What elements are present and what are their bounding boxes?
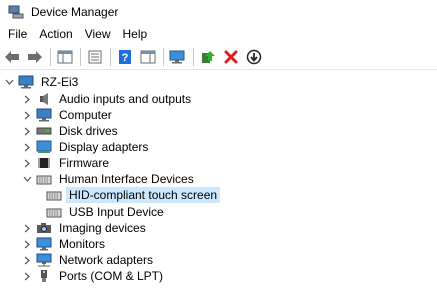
tree-item[interactable]: Human Interface Devices (22, 171, 197, 187)
tree-item[interactable]: Monitors (22, 236, 108, 252)
chevron-right-icon[interactable] (22, 220, 32, 236)
speaker-icon (36, 91, 52, 107)
chevron-right-icon[interactable] (22, 123, 32, 139)
scan-hardware-changes-icon (169, 50, 185, 63)
port-icon (36, 268, 52, 284)
menu-view[interactable]: View (79, 24, 117, 44)
toolbar: ? (0, 44, 437, 70)
toolbar-separator (80, 47, 81, 66)
tree-item-label: Imaging devices (59, 221, 146, 235)
tree-item-label: Audio inputs and outputs (59, 92, 192, 106)
hid-icon (46, 187, 62, 203)
tree-item-label: Ports (COM & LPT) (59, 269, 164, 283)
tree-item[interactable]: Disk drives (22, 123, 121, 139)
properties-button[interactable] (85, 47, 105, 67)
toolbar-separator (110, 47, 111, 66)
chevron-down-icon[interactable] (4, 74, 14, 90)
device-tree[interactable]: RZ-Ei3 Audio inputs and outputs Computer… (0, 72, 437, 289)
chip-icon (36, 155, 52, 171)
tree-root[interactable]: RZ-Ei3 (4, 74, 81, 90)
tree-root-label: RZ-Ei3 (41, 75, 79, 89)
disk-drive-icon (36, 123, 52, 139)
tree-item-label: Firmware (59, 156, 109, 170)
tree-item[interactable]: Ports (COM & LPT) (22, 268, 166, 284)
hid-icon (36, 171, 52, 187)
tree-item-label: Disk drives (59, 124, 118, 138)
tree-item[interactable]: Computer (22, 107, 115, 123)
tree-item[interactable]: Network adapters (22, 252, 156, 268)
device-manager-app-icon (8, 5, 24, 19)
menu-help[interactable]: Help (117, 24, 154, 44)
title-bar: Device Manager (0, 0, 437, 24)
scan-hardware-changes-button[interactable] (168, 47, 188, 67)
menu-file[interactable]: File (2, 24, 33, 44)
toolbar-separator (193, 47, 194, 66)
chevron-right-icon[interactable] (22, 139, 32, 155)
tree-child-item[interactable]: USB Input Device (42, 204, 167, 220)
monitor-icon (36, 107, 52, 123)
chevron-right-icon[interactable] (22, 252, 32, 268)
chevron-right-icon[interactable] (22, 91, 32, 107)
menu-bar: File Action View Help (0, 24, 437, 44)
chevron-right-icon[interactable] (22, 268, 32, 284)
forward-button[interactable] (25, 47, 45, 67)
tree-item-label: Monitors (59, 237, 106, 251)
hid-icon (46, 204, 62, 220)
tree-item-label: Computer (59, 108, 112, 122)
chevron-right-icon[interactable] (22, 155, 32, 171)
tree-item[interactable]: Audio inputs and outputs (22, 91, 194, 107)
menu-action[interactable]: Action (33, 24, 78, 44)
tree-item-label: Network adapters (59, 253, 154, 267)
tree-item[interactable]: Imaging devices (22, 220, 149, 236)
tree-item-label: Display adapters (59, 140, 149, 154)
window-title: Device Manager (31, 5, 119, 19)
chevron-right-icon[interactable] (22, 236, 32, 252)
tree-child-label: USB Input Device (69, 205, 164, 219)
uninstall-device-icon (224, 50, 238, 63)
back-button[interactable] (2, 47, 22, 67)
properties-icon (88, 50, 102, 63)
update-driver-button[interactable] (198, 47, 218, 67)
tree-item[interactable]: Firmware (22, 155, 112, 171)
action-pane-button[interactable] (138, 47, 158, 67)
svg-text:?: ? (122, 52, 129, 64)
tree-child-label: HID-compliant touch screen (66, 187, 221, 203)
back-arrow-icon (5, 50, 19, 63)
show-hide-console-tree-button[interactable] (55, 47, 75, 67)
disable-device-icon (246, 49, 262, 64)
monitor-icon (36, 236, 52, 252)
update-driver-icon (202, 50, 215, 63)
tree-item[interactable]: Display adapters (22, 139, 151, 155)
forward-arrow-icon (28, 50, 42, 63)
toolbar-separator (50, 47, 51, 66)
disable-device-button[interactable] (244, 47, 264, 67)
help-button[interactable]: ? (115, 47, 135, 67)
help-icon: ? (119, 49, 131, 64)
action-pane-icon (140, 50, 156, 63)
computer-icon (18, 74, 34, 90)
network-adapter-icon (36, 252, 52, 268)
display-adapter-icon (36, 139, 52, 155)
tree-item-label: Human Interface Devices (59, 172, 194, 186)
camera-icon (36, 220, 52, 236)
toolbar-separator (163, 47, 164, 66)
tree-child-item[interactable]: HID-compliant touch screen (42, 187, 221, 203)
chevron-right-icon[interactable] (22, 107, 32, 123)
uninstall-device-button[interactable] (221, 47, 241, 67)
chevron-down-icon[interactable] (22, 171, 32, 187)
show-hide-console-tree-icon (57, 50, 73, 63)
